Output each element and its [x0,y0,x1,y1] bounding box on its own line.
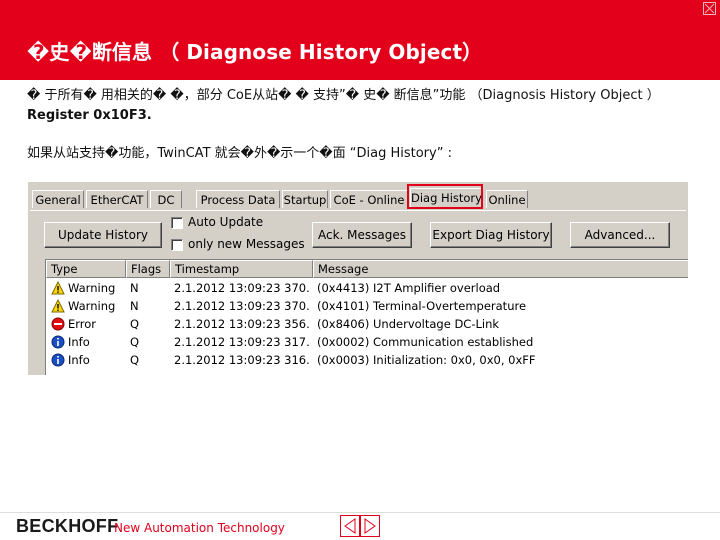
tab-coe-online[interactable]: CoE - Online [330,190,408,208]
row-type: Warning [68,299,116,313]
row-flags: N [130,299,139,313]
tab-process-data[interactable]: Process Data [196,190,280,208]
tab-ethercat[interactable]: EtherCAT [86,190,148,208]
tab-highlight-frame [407,184,483,209]
list-header: Type Flags Timestamp Message [46,260,688,278]
warning-icon [51,281,65,295]
row-flags: Q [130,335,140,349]
triangle-right-icon [364,518,376,534]
row-flags: N [130,281,139,295]
slide-title: �史�断信息 （ Diagnose History Object） [27,40,483,64]
diag-history-screenshot: General EtherCAT DC Process Data Startup… [28,182,688,375]
only-new-messages-label: only new Messages [188,237,305,251]
table-row[interactable]: Info Q 2.1.2012 13:09:23 316... (0x0003)… [46,351,688,369]
tab-online[interactable]: Online [486,190,528,208]
row-timestamp: 2.1.2012 13:09:23 370... [174,281,310,295]
export-diag-history-button[interactable]: Export Diag History [430,222,552,248]
triangle-left-icon [344,518,356,534]
footer-divider [0,512,720,513]
title-bar: �史�断信息 （ Diagnose History Object） [0,0,720,80]
row-message: (0x8406) Undervoltage DC-Link [317,317,500,331]
info-icon [51,353,65,367]
column-flags[interactable]: Flags [126,260,170,278]
ack-messages-button[interactable]: Ack. Messages [312,222,412,248]
row-flags: Q [130,353,140,367]
table-row[interactable]: Warning N 2.1.2012 13:09:23 370... (0x41… [46,297,688,315]
row-type: Warning [68,281,116,295]
only-new-messages-checkbox[interactable] [171,239,183,251]
row-message: (0x4101) Terminal-Overtemperature [317,299,527,313]
table-row[interactable]: Info Q 2.1.2012 13:09:23 317... (0x0002)… [46,333,688,351]
tab-general[interactable]: General [32,190,84,208]
next-slide-button[interactable] [360,515,380,537]
table-row[interactable]: Error Q 2.1.2012 13:09:23 356... (0x8406… [46,315,688,333]
row-type: Info [68,335,90,349]
auto-update-checkbox[interactable] [171,217,183,229]
row-message: (0x0003) Initialization: 0x0, 0x0, 0xFF [317,353,536,367]
diag-message-list[interactable]: Type Flags Timestamp Message Warning N 2… [45,259,688,375]
tab-divider [30,210,686,211]
brand-tagline: New Automation Technology [114,521,285,535]
tab-startup[interactable]: Startup [282,190,328,208]
footer-bar: BECKHOFF New Automation Technology [0,512,720,540]
auto-update-label: Auto Update [188,215,264,229]
row-timestamp: 2.1.2012 13:09:23 356... [174,317,310,331]
row-message: (0x0002) Communication established [317,335,534,349]
table-row[interactable]: Warning N 2.1.2012 13:09:23 370... (0x44… [46,279,688,297]
column-message[interactable]: Message [313,260,688,278]
row-type: Info [68,353,90,367]
error-icon [51,317,65,331]
info-icon [51,335,65,349]
intro-text: � 于所有� 用相关的� �，部分 CoE从站� � 支持”� 史� 断信息”功… [27,88,660,103]
column-timestamp[interactable]: Timestamp [170,260,313,278]
diag-history-paragraph: 如果从站支持�功能，TwinCAT 就会�外�示一个�面 “Diag Histo… [27,146,452,161]
advanced-button[interactable]: Advanced... [570,222,670,248]
row-type: Error [68,317,97,331]
update-history-button[interactable]: Update History [44,222,162,248]
intro-paragraph: � 于所有� 用相关的� �，部分 CoE从站� � 支持”� 史� 断信息”功… [27,86,697,126]
row-timestamp: 2.1.2012 13:09:23 370... [174,299,310,313]
warning-icon [51,299,65,313]
register-label: Register 0x10F3. [27,108,152,123]
tab-dc[interactable]: DC [150,190,182,208]
row-flags: Q [130,317,140,331]
prev-slide-button[interactable] [340,515,360,537]
row-message: (0x4413) I2T Amplifier overload [317,281,501,295]
row-timestamp: 2.1.2012 13:09:23 316... [174,353,310,367]
close-icon[interactable] [703,2,716,15]
column-type[interactable]: Type [46,260,126,278]
brand-logo: BECKHOFF [16,516,119,536]
row-timestamp: 2.1.2012 13:09:23 317... [174,335,310,349]
